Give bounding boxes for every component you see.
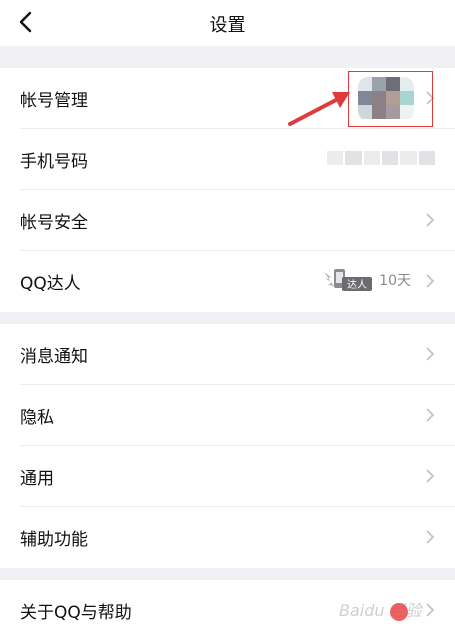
badge-text: 达人	[347, 279, 367, 291]
account-management-label: 帐号管理	[20, 91, 88, 111]
red-arrow-annotation-icon	[288, 92, 350, 126]
highlight-annotation-box	[348, 71, 433, 127]
chevron-right-icon	[426, 274, 435, 288]
general-settings-group: 消息通知 隐私 通用 辅助功能	[0, 324, 455, 568]
general-label: 通用	[20, 469, 54, 489]
chevron-right-icon	[426, 213, 435, 227]
chevron-right-icon	[426, 347, 435, 361]
watermark-text: Baidu 经验	[339, 601, 424, 620]
qq-expert-badge-icon: 达人	[324, 269, 372, 291]
notifications-row[interactable]: 消息通知	[0, 324, 455, 385]
accessibility-row[interactable]: 辅助功能	[0, 507, 455, 568]
about-help-label: 关于QQ与帮助	[20, 603, 132, 623]
navigation-bar: 设置	[0, 0, 455, 46]
qq-expert-label: QQ达人	[20, 274, 81, 294]
phone-number-label: 手机号码	[20, 152, 88, 172]
privacy-row[interactable]: 隐私	[0, 385, 455, 446]
chevron-right-icon	[426, 408, 435, 422]
chevron-right-icon	[426, 469, 435, 483]
privacy-label: 隐私	[20, 408, 54, 428]
account-security-label: 帐号安全	[20, 213, 88, 233]
qq-expert-days: 10天	[379, 273, 411, 289]
accessibility-label: 辅助功能	[20, 530, 88, 550]
phone-number-row[interactable]: 手机号码	[0, 129, 455, 190]
qq-expert-row[interactable]: QQ达人 10天	[0, 251, 455, 312]
phone-number-blurred	[327, 151, 435, 165]
general-row[interactable]: 通用	[0, 446, 455, 507]
page-title: 设置	[209, 15, 246, 36]
notifications-label: 消息通知	[20, 347, 88, 367]
baidu-watermark-icon: Baidu 经验	[339, 601, 424, 621]
account-security-row[interactable]: 帐号安全	[0, 190, 455, 251]
chevron-right-icon	[426, 530, 435, 544]
